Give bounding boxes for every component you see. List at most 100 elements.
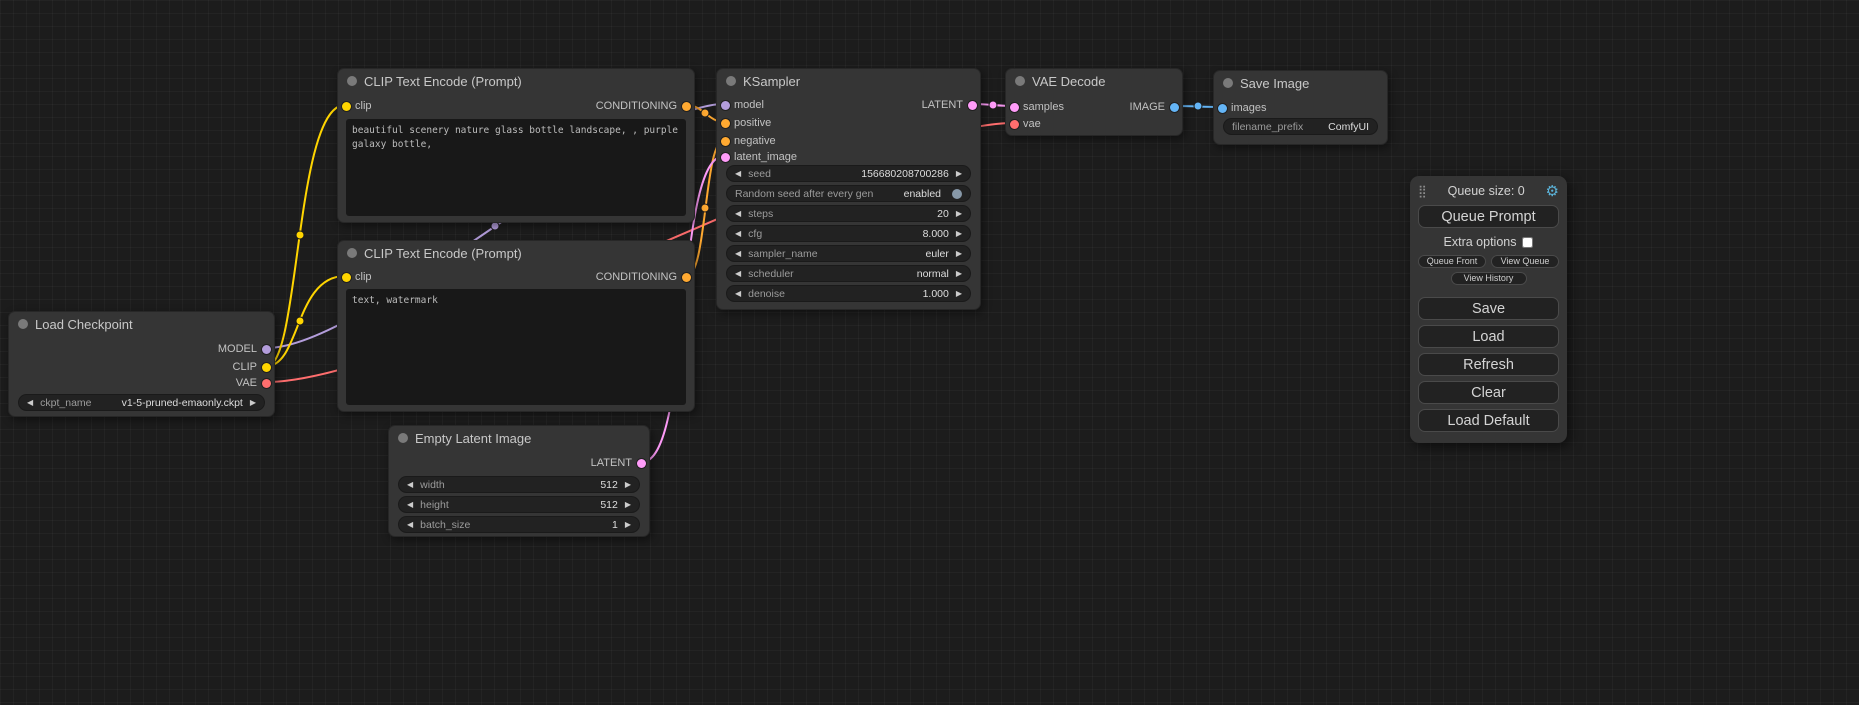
node-header[interactable]: VAE Decode — [1006, 69, 1182, 93]
widget-seed[interactable]: ◀ seed 156680208700286 ▶ — [726, 165, 971, 182]
collapse-dot-icon[interactable] — [347, 248, 357, 258]
node-clip-text-encode-negative[interactable]: CLIP Text Encode (Prompt) clip CONDITION… — [337, 240, 695, 412]
widget-value: 512 — [600, 479, 618, 491]
load-default-button[interactable]: Load Default — [1418, 409, 1559, 432]
collapse-dot-icon[interactable] — [726, 76, 736, 86]
link-midpoint-dot[interactable] — [701, 204, 709, 212]
image-output-port[interactable] — [1170, 103, 1179, 112]
arrow-left-icon[interactable]: ◀ — [27, 399, 33, 407]
queue-menu-panel[interactable]: ⣿ Queue size: 0 ⚙ Queue Prompt Extra opt… — [1410, 176, 1567, 443]
widget-scheduler[interactable]: ◀ scheduler normal ▶ — [726, 265, 971, 282]
refresh-button[interactable]: Refresh — [1418, 353, 1559, 376]
toggle-knob-icon[interactable] — [952, 189, 962, 199]
queue-prompt-button[interactable]: Queue Prompt — [1418, 205, 1559, 228]
widget-prompt-text[interactable]: beautiful scenery nature glass bottle la… — [346, 119, 686, 216]
negative-input-port[interactable] — [721, 137, 730, 146]
node-header[interactable]: Load Checkpoint — [9, 312, 274, 336]
clip-input-port[interactable] — [342, 273, 351, 282]
arrow-left-icon[interactable]: ◀ — [735, 170, 741, 178]
arrow-right-icon[interactable]: ▶ — [625, 481, 631, 489]
arrow-right-icon[interactable]: ▶ — [956, 290, 962, 298]
link-midpoint-dot[interactable] — [989, 101, 997, 109]
node-header[interactable]: CLIP Text Encode (Prompt) — [338, 69, 694, 93]
collapse-dot-icon[interactable] — [347, 76, 357, 86]
widget-sampler-name[interactable]: ◀ sampler_name euler ▶ — [726, 245, 971, 262]
collapse-dot-icon[interactable] — [1015, 76, 1025, 86]
clip-output-port[interactable] — [262, 363, 271, 372]
node-header[interactable]: KSampler — [717, 69, 980, 93]
arrow-right-icon[interactable]: ▶ — [625, 501, 631, 509]
link-midpoint-dot[interactable] — [296, 317, 304, 325]
node-save-image[interactable]: Save Image images filename_prefix ComfyU… — [1213, 70, 1388, 145]
port-label: negative — [734, 133, 776, 149]
node-ksampler[interactable]: KSampler model LATENT positive negative … — [716, 68, 981, 310]
view-queue-button[interactable]: View Queue — [1491, 255, 1559, 268]
extra-options-checkbox[interactable] — [1522, 237, 1533, 248]
arrow-left-icon[interactable]: ◀ — [407, 521, 413, 529]
clear-button[interactable]: Clear — [1418, 381, 1559, 404]
widget-filename-prefix[interactable]: filename_prefix ComfyUI — [1223, 118, 1378, 135]
node-load-checkpoint[interactable]: Load Checkpoint MODEL CLIP VAE ◀ ckpt_na… — [8, 311, 275, 417]
save-button[interactable]: Save — [1418, 297, 1559, 320]
latent-output-port[interactable] — [637, 459, 646, 468]
arrow-left-icon[interactable]: ◀ — [407, 481, 413, 489]
drag-handle-icon[interactable]: ⣿ — [1418, 184, 1427, 198]
arrow-right-icon[interactable]: ▶ — [956, 270, 962, 278]
widget-prompt-text[interactable]: text, watermark — [346, 289, 686, 405]
conditioning-output-port[interactable] — [682, 273, 691, 282]
arrow-right-icon[interactable]: ▶ — [956, 210, 962, 218]
arrow-left-icon[interactable]: ◀ — [735, 230, 741, 238]
vae-output-port[interactable] — [262, 379, 271, 388]
link-clip-positive[interactable] — [267, 105, 345, 366]
arrow-left-icon[interactable]: ◀ — [407, 501, 413, 509]
widget-batch-size[interactable]: ◀ batch_size 1 ▶ — [398, 516, 640, 533]
settings-gear-icon[interactable]: ⚙ — [1546, 184, 1559, 199]
model-output-port[interactable] — [262, 345, 271, 354]
arrow-right-icon[interactable]: ▶ — [625, 521, 631, 529]
view-history-button[interactable]: View History — [1451, 272, 1527, 285]
graph-canvas[interactable]: { "colors": { "model": "#B39DDB", "clip"… — [0, 0, 1859, 705]
collapse-dot-icon[interactable] — [398, 433, 408, 443]
arrow-right-icon[interactable]: ▶ — [956, 250, 962, 258]
widget-steps[interactable]: ◀ steps 20 ▶ — [726, 205, 971, 222]
link-midpoint-dot[interactable] — [701, 109, 709, 117]
node-clip-text-encode-positive[interactable]: CLIP Text Encode (Prompt) clip CONDITION… — [337, 68, 695, 223]
node-header[interactable]: Empty Latent Image — [389, 426, 649, 450]
arrow-right-icon[interactable]: ▶ — [956, 170, 962, 178]
arrow-left-icon[interactable]: ◀ — [735, 270, 741, 278]
node-title: CLIP Text Encode (Prompt) — [364, 74, 522, 89]
node-header[interactable]: Save Image — [1214, 71, 1387, 95]
load-button[interactable]: Load — [1418, 325, 1559, 348]
widget-random-seed-toggle[interactable]: Random seed after every gen enabled — [726, 185, 971, 202]
widget-height[interactable]: ◀ height 512 ▶ — [398, 496, 640, 513]
latent-output-port[interactable] — [968, 101, 977, 110]
positive-input-port[interactable] — [721, 119, 730, 128]
collapse-dot-icon[interactable] — [1223, 78, 1233, 88]
arrow-right-icon[interactable]: ▶ — [250, 399, 256, 407]
samples-input-port[interactable] — [1010, 103, 1019, 112]
link-midpoint-dot[interactable] — [491, 222, 499, 230]
widget-cfg[interactable]: ◀ cfg 8.000 ▶ — [726, 225, 971, 242]
arrow-left-icon[interactable]: ◀ — [735, 290, 741, 298]
vae-input-port[interactable] — [1010, 120, 1019, 129]
latent-image-input-port[interactable] — [721, 153, 730, 162]
node-vae-decode[interactable]: VAE Decode samples IMAGE vae — [1005, 68, 1183, 136]
model-input-port[interactable] — [721, 101, 730, 110]
widget-name: scheduler — [748, 268, 794, 280]
link-clip-negative[interactable] — [267, 276, 345, 366]
collapse-dot-icon[interactable] — [18, 319, 28, 329]
images-input-port[interactable] — [1218, 104, 1227, 113]
link-midpoint-dot[interactable] — [1194, 102, 1202, 110]
widget-width[interactable]: ◀ width 512 ▶ — [398, 476, 640, 493]
node-empty-latent-image[interactable]: Empty Latent Image LATENT ◀ width 512 ▶ … — [388, 425, 650, 537]
arrow-left-icon[interactable]: ◀ — [735, 250, 741, 258]
queue-front-button[interactable]: Queue Front — [1418, 255, 1486, 268]
arrow-left-icon[interactable]: ◀ — [735, 210, 741, 218]
widget-ckpt-name[interactable]: ◀ ckpt_name v1-5-pruned-emaonly.ckpt ▶ — [18, 394, 265, 411]
node-header[interactable]: CLIP Text Encode (Prompt) — [338, 241, 694, 265]
conditioning-output-port[interactable] — [682, 102, 691, 111]
widget-denoise[interactable]: ◀ denoise 1.000 ▶ — [726, 285, 971, 302]
arrow-right-icon[interactable]: ▶ — [956, 230, 962, 238]
link-midpoint-dot[interactable] — [296, 231, 304, 239]
clip-input-port[interactable] — [342, 102, 351, 111]
